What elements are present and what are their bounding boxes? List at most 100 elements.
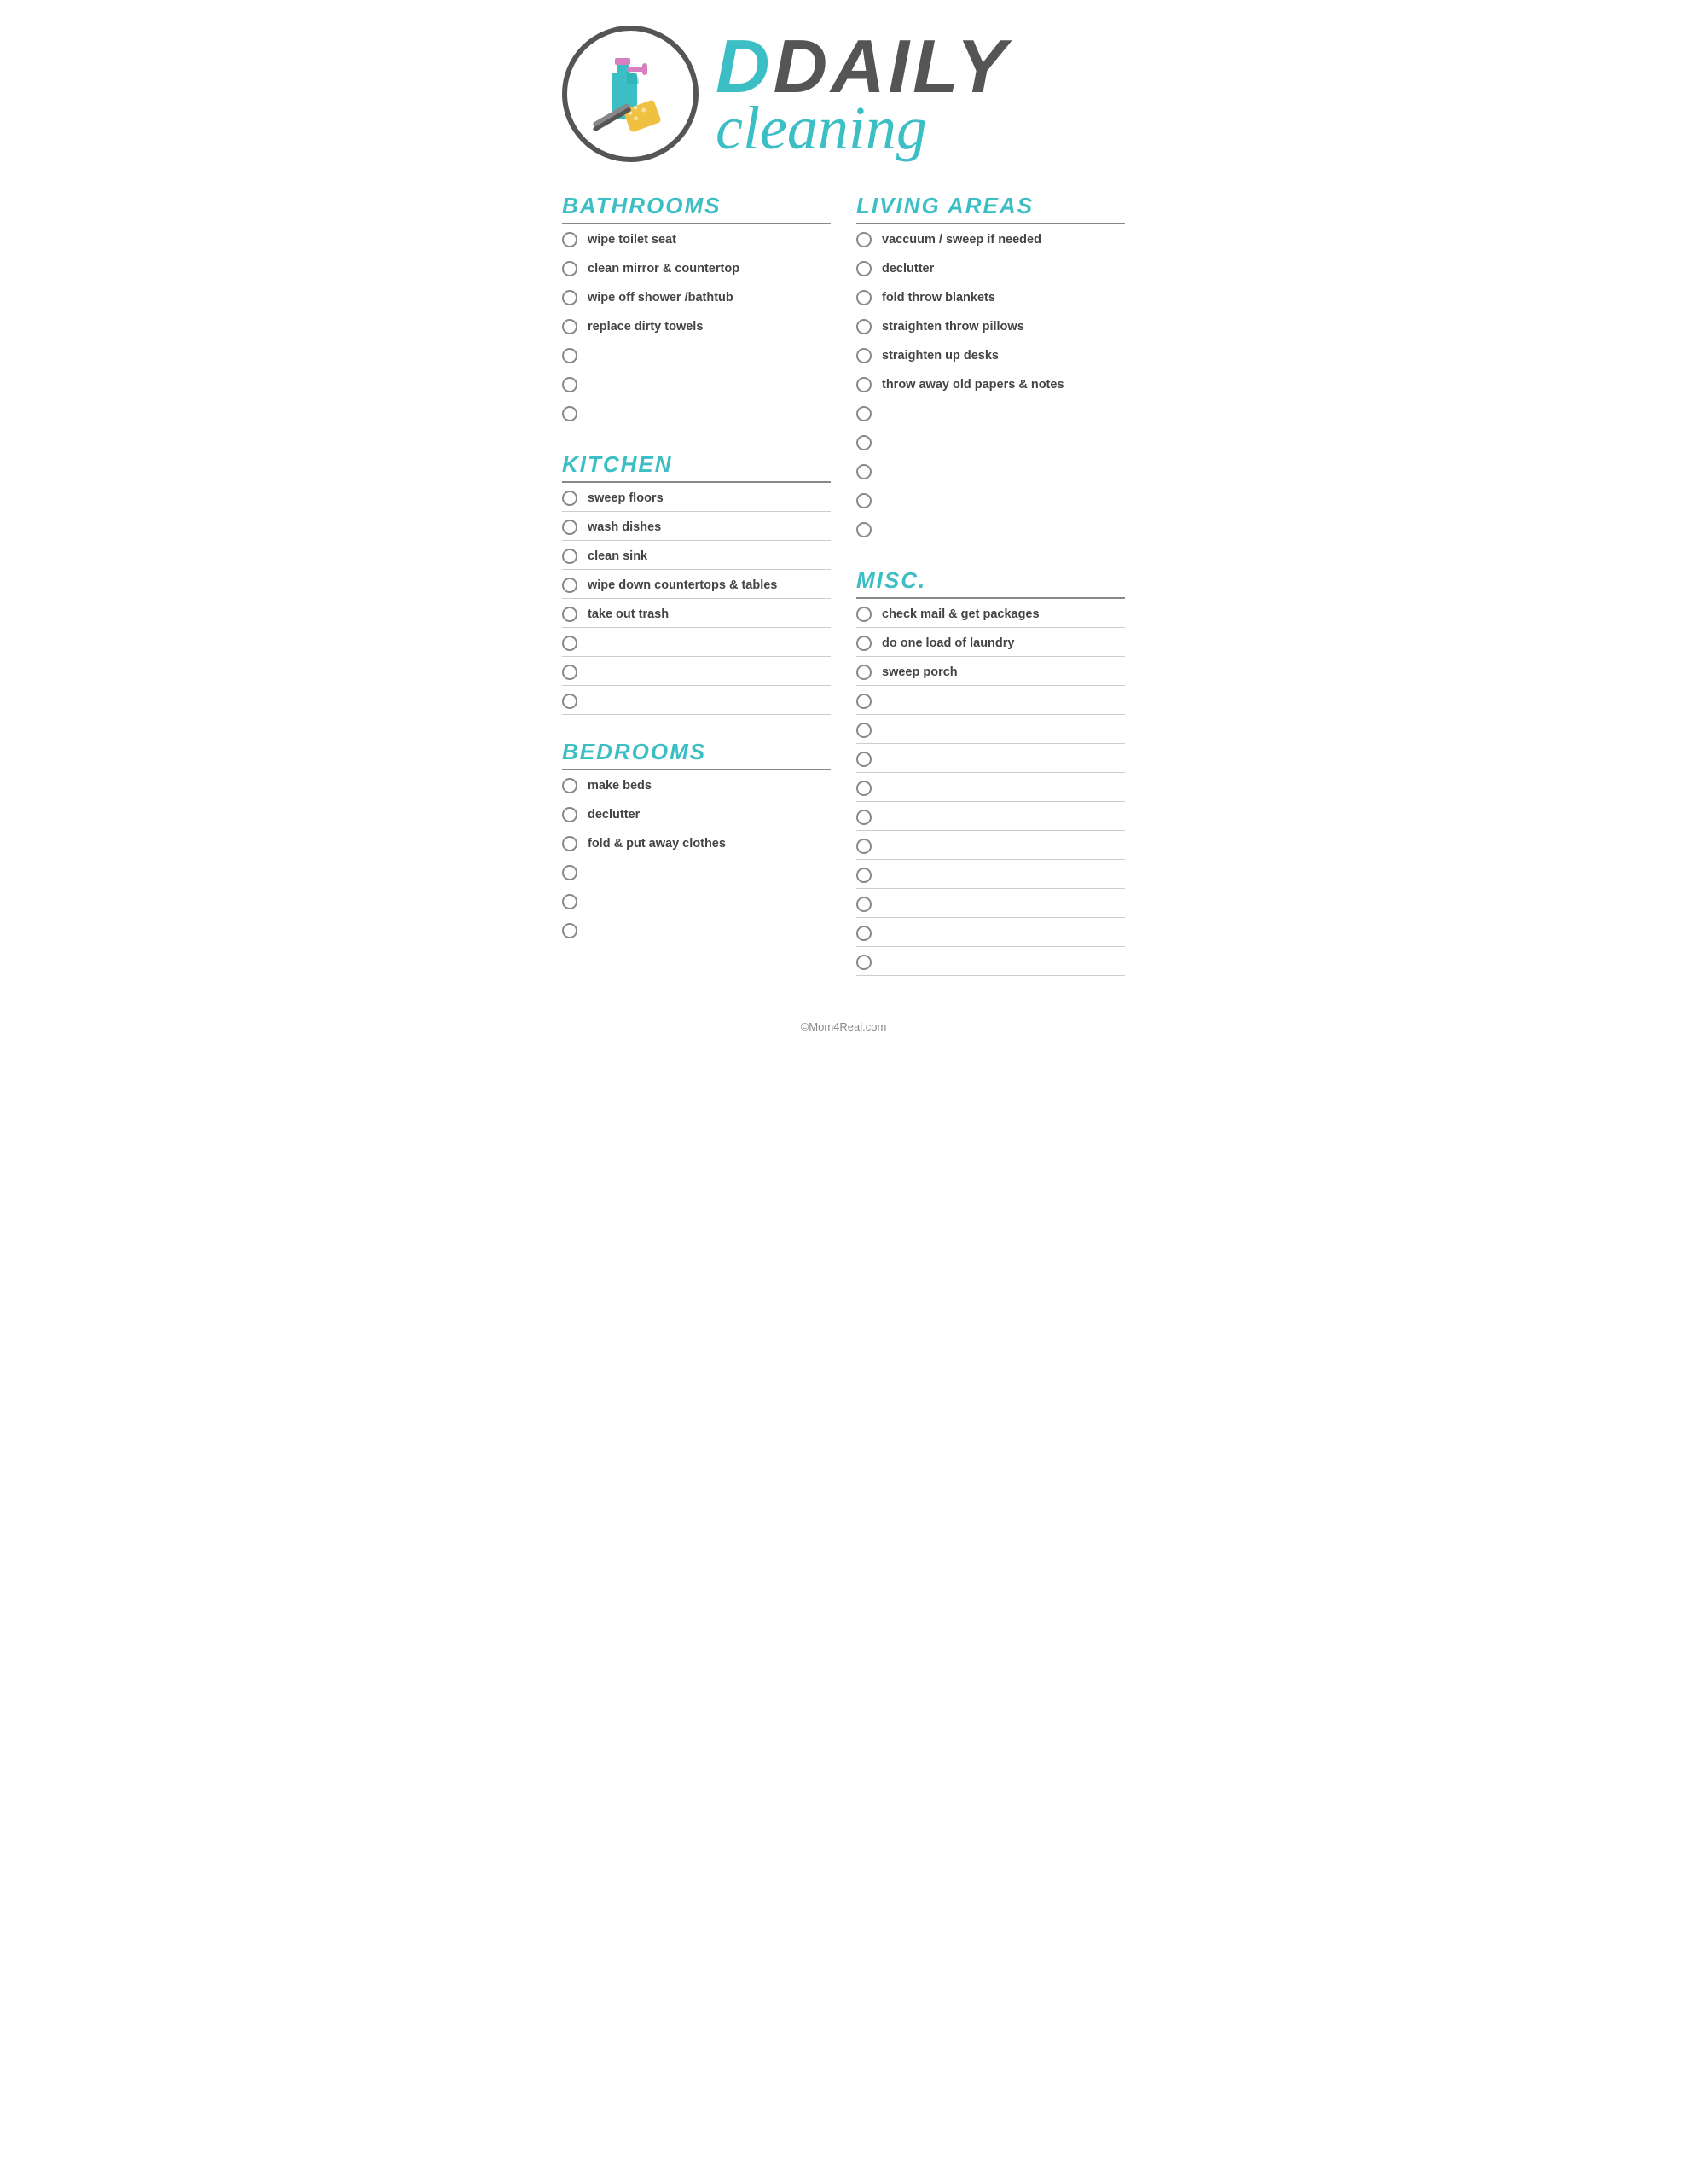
checklist-item[interactable] bbox=[856, 773, 1125, 802]
checkbox-circle[interactable] bbox=[562, 578, 577, 593]
checklist-item[interactable]: wash dishes bbox=[562, 512, 831, 541]
checkbox-circle[interactable] bbox=[856, 348, 872, 363]
item-label: straighten up desks bbox=[882, 349, 999, 363]
checklist-item[interactable] bbox=[856, 947, 1125, 976]
checklist-item[interactable] bbox=[562, 398, 831, 427]
checklist-item[interactable]: replace dirty towels bbox=[562, 311, 831, 340]
section-title-misc: MISC. bbox=[856, 567, 1125, 594]
checkbox-circle[interactable] bbox=[562, 778, 577, 793]
checkbox-circle[interactable] bbox=[562, 348, 577, 363]
checkbox-circle[interactable] bbox=[562, 290, 577, 305]
checkbox-circle[interactable] bbox=[856, 261, 872, 276]
checkbox-circle[interactable] bbox=[562, 607, 577, 622]
checklist-item[interactable] bbox=[562, 686, 831, 715]
checklist-item[interactable] bbox=[856, 889, 1125, 918]
checklist-item[interactable] bbox=[856, 686, 1125, 715]
checklist-item[interactable]: do one load of laundry bbox=[856, 628, 1125, 657]
checklist-item[interactable]: check mail & get packages bbox=[856, 599, 1125, 628]
checklist-item[interactable]: take out trash bbox=[562, 599, 831, 628]
checklist-item[interactable] bbox=[856, 918, 1125, 947]
checkbox-circle[interactable] bbox=[856, 781, 872, 796]
checkbox-circle[interactable] bbox=[856, 723, 872, 738]
item-label: wash dishes bbox=[588, 520, 661, 534]
checkbox-circle[interactable] bbox=[562, 836, 577, 851]
checklist-item[interactable]: sweep floors bbox=[562, 483, 831, 512]
checklist-item[interactable]: wipe toilet seat bbox=[562, 224, 831, 253]
checklist-item[interactable] bbox=[562, 628, 831, 657]
checkbox-circle[interactable] bbox=[562, 807, 577, 822]
checkbox-circle[interactable] bbox=[562, 694, 577, 709]
checkbox-circle[interactable] bbox=[856, 377, 872, 392]
checklist-item[interactable]: straighten up desks bbox=[856, 340, 1125, 369]
checkbox-circle[interactable] bbox=[856, 607, 872, 622]
checkbox-circle[interactable] bbox=[856, 232, 872, 247]
checkbox-circle[interactable] bbox=[562, 491, 577, 506]
checklist-item[interactable] bbox=[856, 398, 1125, 427]
checklist-item[interactable] bbox=[856, 744, 1125, 773]
checklist-item[interactable]: declutter bbox=[562, 799, 831, 828]
checkbox-circle[interactable] bbox=[562, 232, 577, 247]
checkbox-circle[interactable] bbox=[856, 694, 872, 709]
footer-text: ©Mom4Real.com bbox=[801, 1020, 887, 1033]
checklist-item[interactable]: sweep porch bbox=[856, 657, 1125, 686]
checkbox-circle[interactable] bbox=[562, 319, 577, 334]
checklist-item[interactable] bbox=[562, 340, 831, 369]
checklist-item[interactable] bbox=[562, 657, 831, 686]
checklist-item[interactable] bbox=[856, 831, 1125, 860]
checklist-item[interactable] bbox=[562, 857, 831, 886]
checkbox-circle[interactable] bbox=[562, 636, 577, 651]
checkbox-circle[interactable] bbox=[562, 549, 577, 564]
checklist-item[interactable] bbox=[562, 915, 831, 944]
checkbox-circle[interactable] bbox=[562, 520, 577, 535]
item-label: straighten throw pillows bbox=[882, 320, 1024, 334]
checklist-item[interactable] bbox=[856, 860, 1125, 889]
item-label: wipe down countertops & tables bbox=[588, 578, 777, 592]
checkbox-circle[interactable] bbox=[856, 493, 872, 508]
checklist-item[interactable]: fold & put away clothes bbox=[562, 828, 831, 857]
checklist-item[interactable]: throw away old papers & notes bbox=[856, 369, 1125, 398]
checklist-item[interactable]: straighten throw pillows bbox=[856, 311, 1125, 340]
checklist-item[interactable]: declutter bbox=[856, 253, 1125, 282]
checkbox-circle[interactable] bbox=[856, 810, 872, 825]
checkbox-circle[interactable] bbox=[562, 377, 577, 392]
checkbox-circle[interactable] bbox=[562, 894, 577, 909]
checklist-item[interactable] bbox=[856, 715, 1125, 744]
checkbox-circle[interactable] bbox=[562, 865, 577, 880]
checkbox-circle[interactable] bbox=[856, 522, 872, 537]
checklist-item[interactable] bbox=[856, 456, 1125, 485]
section-title-bathrooms: BATHROOMS bbox=[562, 193, 831, 219]
checklist-item[interactable]: clean mirror & countertop bbox=[562, 253, 831, 282]
checkbox-circle[interactable] bbox=[856, 406, 872, 421]
checkbox-circle[interactable] bbox=[562, 923, 577, 938]
checkbox-circle[interactable] bbox=[856, 839, 872, 854]
checklist-item[interactable] bbox=[856, 485, 1125, 514]
checkbox-circle[interactable] bbox=[562, 406, 577, 421]
checkbox-circle[interactable] bbox=[856, 636, 872, 651]
checkbox-circle[interactable] bbox=[562, 665, 577, 680]
checkbox-circle[interactable] bbox=[856, 290, 872, 305]
section-title-living-areas: LIVING AREAS bbox=[856, 193, 1125, 219]
checkbox-circle[interactable] bbox=[856, 868, 872, 883]
checklist-item[interactable]: wipe off shower /bathtub bbox=[562, 282, 831, 311]
checklist-item[interactable]: vaccuum / sweep if needed bbox=[856, 224, 1125, 253]
checklist-item[interactable]: fold throw blankets bbox=[856, 282, 1125, 311]
checklist-item[interactable]: make beds bbox=[562, 770, 831, 799]
checkbox-circle[interactable] bbox=[562, 261, 577, 276]
checklist-item[interactable]: wipe down countertops & tables bbox=[562, 570, 831, 599]
checkbox-circle[interactable] bbox=[856, 955, 872, 970]
checkbox-circle[interactable] bbox=[856, 665, 872, 680]
checklist-item[interactable] bbox=[856, 514, 1125, 543]
checkbox-circle[interactable] bbox=[856, 752, 872, 767]
checkbox-circle[interactable] bbox=[856, 897, 872, 912]
checkbox-circle[interactable] bbox=[856, 435, 872, 450]
checkbox-circle[interactable] bbox=[856, 926, 872, 941]
checklist-item[interactable] bbox=[856, 802, 1125, 831]
item-label: sweep floors bbox=[588, 491, 664, 505]
checkbox-circle[interactable] bbox=[856, 464, 872, 479]
checklist-item[interactable]: clean sink bbox=[562, 541, 831, 570]
checklist-item[interactable] bbox=[562, 369, 831, 398]
checkbox-circle[interactable] bbox=[856, 319, 872, 334]
checklist-item[interactable] bbox=[856, 427, 1125, 456]
section-living-areas: LIVING AREAS vaccuum / sweep if neededdec… bbox=[856, 193, 1125, 543]
checklist-item[interactable] bbox=[562, 886, 831, 915]
